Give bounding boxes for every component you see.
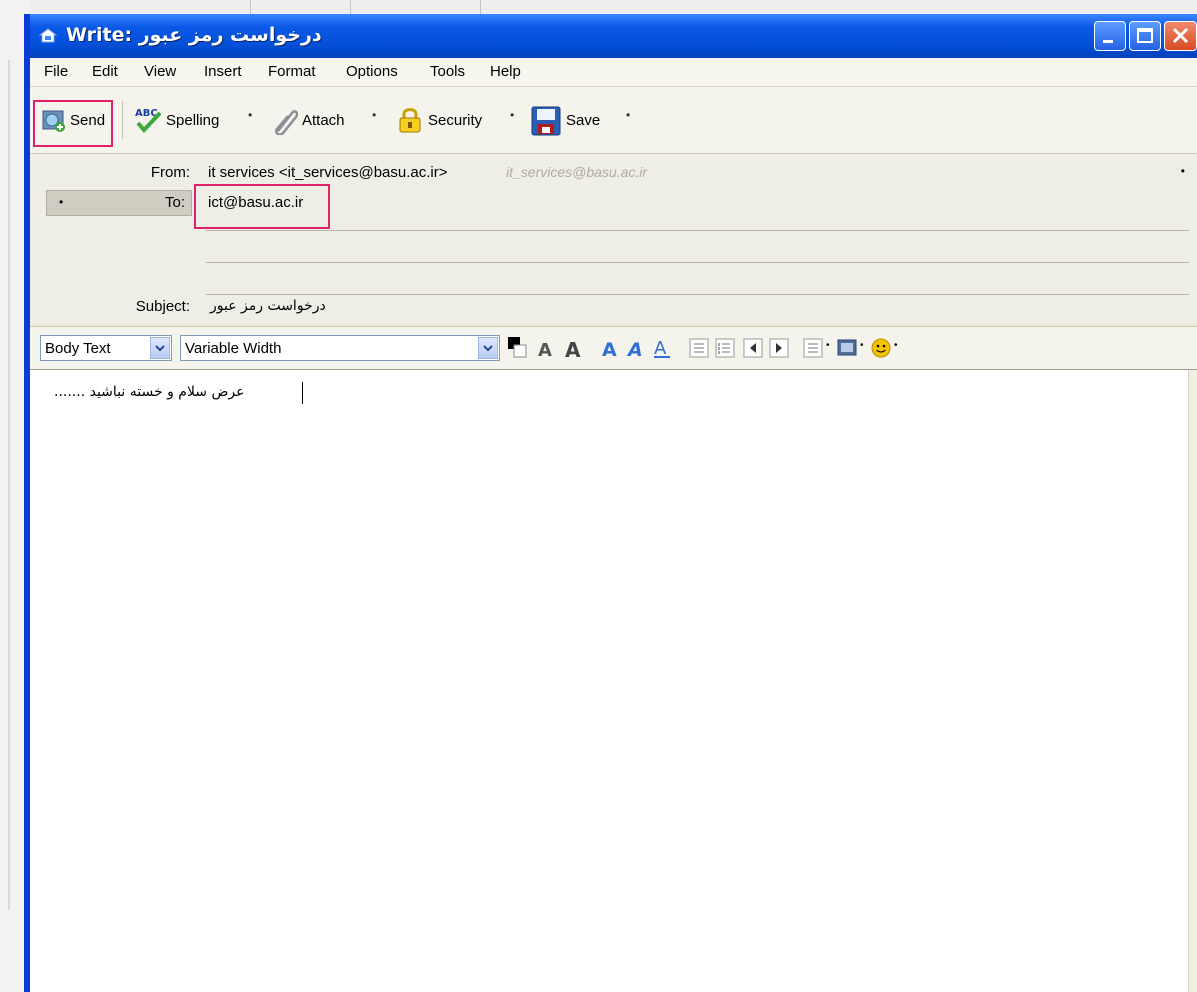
close-icon [1172, 27, 1189, 44]
insert-dropdown-icon[interactable]: • [860, 340, 864, 351]
minimize-button[interactable] [1094, 21, 1126, 51]
compose-toolbar: Send ABC Spelling • Attach • Security • … [30, 87, 1197, 154]
app-icon [38, 28, 58, 43]
spelling-dropdown-icon[interactable]: • [248, 108, 252, 122]
paperclip-icon [275, 110, 298, 135]
chevron-down-icon [150, 337, 170, 359]
svg-text:A: A [538, 340, 552, 359]
window-title: Write: درخواست رمز عبور [66, 24, 322, 46]
title-bar[interactable]: Write: درخواست رمز عبور [30, 14, 1197, 58]
message-body[interactable]: عرض سلام و خسته نباشید ....... [30, 369, 1197, 992]
attach-dropdown-icon[interactable]: • [372, 108, 376, 122]
compose-window: Write: درخواست رمز عبور File Edit View I… [24, 14, 1197, 992]
align-icon[interactable] [802, 337, 824, 359]
maximize-icon [1137, 28, 1153, 43]
larger-font-icon[interactable]: A [564, 337, 586, 359]
menu-tools[interactable]: Tools [430, 63, 465, 80]
font-select[interactable]: Variable Width [180, 335, 500, 361]
paragraph-style-select[interactable]: Body Text [40, 335, 172, 361]
body-scrollbar[interactable] [1188, 370, 1197, 992]
security-dropdown-icon[interactable]: • [510, 108, 514, 122]
recipient-row-divider [206, 230, 1189, 231]
insert-image-icon[interactable] [836, 337, 858, 359]
from-field[interactable]: it services <it_services@basu.ac.ir> [208, 164, 447, 181]
address-header: From: it services <it_services@basu.ac.i… [30, 154, 1197, 324]
smaller-font-icon[interactable]: A [536, 337, 558, 359]
recipient-row-divider [206, 262, 1189, 263]
message-body-text: عرض سلام و خسته نباشید ....... [54, 384, 245, 400]
to-highlight [194, 184, 330, 229]
minimize-icon [1103, 40, 1113, 43]
numbered-list-icon[interactable] [714, 337, 736, 359]
menu-help[interactable]: Help [490, 63, 521, 80]
recipient-type-select[interactable]: • To: [46, 190, 192, 216]
smiley-dropdown-icon[interactable]: • [894, 340, 898, 351]
save-label: Save [566, 112, 601, 129]
menu-bar: File Edit View Insert Format Options Too… [30, 58, 1197, 87]
maximize-button[interactable] [1129, 21, 1161, 51]
chevron-down-icon [478, 337, 498, 359]
close-button[interactable] [1164, 21, 1197, 51]
attach-label: Attach [302, 112, 345, 129]
align-dropdown-icon[interactable]: • [826, 340, 830, 351]
smiley-icon[interactable] [870, 337, 892, 359]
security-label: Security [428, 112, 483, 129]
subject-label: Subject: [135, 298, 190, 315]
from-dropdown-icon[interactable]: • [1181, 164, 1185, 178]
menu-insert[interactable]: Insert [204, 63, 242, 80]
attach-button[interactable]: Attach [270, 105, 370, 137]
security-button[interactable]: Security [396, 105, 506, 137]
toolbar-separator [122, 101, 123, 139]
paragraph-style-value: Body Text [45, 340, 111, 357]
svg-text:A: A [626, 339, 643, 359]
indent-icon[interactable] [768, 337, 790, 359]
svg-text:A: A [565, 338, 581, 359]
menu-file[interactable]: File [44, 63, 68, 80]
bold-icon[interactable]: A [600, 337, 622, 359]
menu-view[interactable]: View [144, 63, 176, 80]
spelling-label: Spelling [166, 112, 220, 129]
underline-icon[interactable]: A [652, 337, 674, 359]
text-caret [302, 382, 303, 404]
from-label: From: [150, 164, 190, 181]
menu-options[interactable]: Options [346, 63, 398, 80]
from-hint: it_services@basu.ac.ir [506, 164, 648, 180]
text-color-icon[interactable] [506, 337, 528, 359]
save-dropdown-icon[interactable]: • [626, 108, 630, 122]
spelling-icon: ABC [135, 108, 162, 133]
font-value: Variable Width [185, 340, 282, 357]
recipient-row-divider [206, 294, 1189, 295]
menu-edit[interactable]: Edit [92, 63, 118, 80]
save-button[interactable]: Save [530, 105, 610, 137]
svg-text:A: A [654, 338, 667, 359]
menu-format[interactable]: Format [268, 63, 316, 80]
svg-text:A: A [602, 339, 617, 359]
save-icon [531, 106, 561, 136]
recipient-type-dropdown-icon: • [59, 195, 64, 209]
subject-field[interactable]: درخواست رمز عبور [210, 298, 326, 314]
bulleted-list-icon[interactable] [688, 337, 710, 359]
send-highlight [33, 100, 113, 147]
italic-icon[interactable]: A [626, 337, 648, 359]
to-label: To: [164, 194, 185, 211]
outdent-icon[interactable] [742, 337, 764, 359]
spelling-button[interactable]: ABC Spelling [134, 105, 254, 137]
formatting-toolbar: Body Text Variable Width A A A A A • • • [30, 326, 1197, 370]
lock-icon [399, 108, 421, 133]
